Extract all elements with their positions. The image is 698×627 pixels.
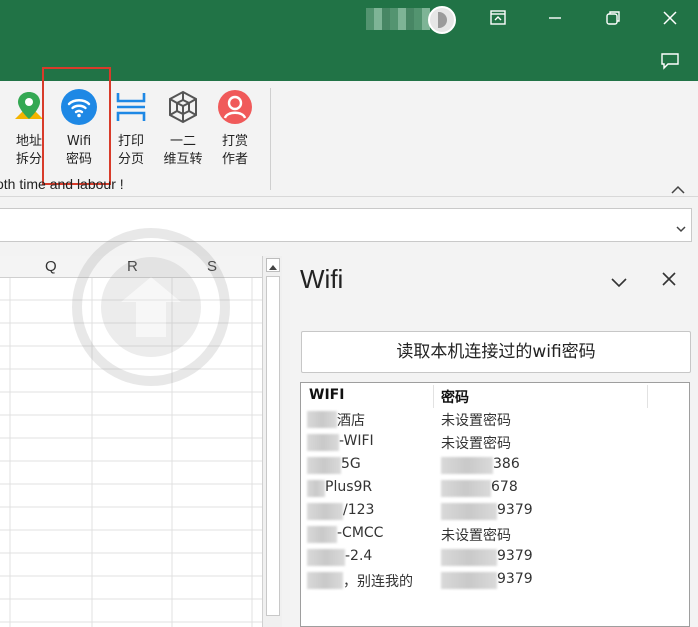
account-avatar[interactable]	[428, 6, 456, 34]
wifi-password: 未设置密码	[441, 413, 511, 429]
wifi-password: 未设置密码	[441, 436, 511, 452]
wifi-task-pane: Wifi 读取本机连接过的wifi密码 WIFI 密码 酒店 未设置密码 -WI…	[286, 246, 698, 627]
wifi-ssid: -WIFI	[339, 433, 374, 449]
dimension-convert-button[interactable]: 一二 维互转	[158, 87, 208, 169]
header-password[interactable]: 密码	[441, 387, 469, 407]
read-wifi-passwords-button[interactable]: 读取本机连接过的wifi密码	[301, 331, 691, 373]
vertical-scrollbar[interactable]	[262, 256, 282, 627]
wifi-ssid: /123	[343, 502, 375, 518]
comments-icon[interactable]	[660, 52, 680, 70]
redacted-ssid-prefix	[307, 503, 343, 520]
list-item[interactable]: /123 9379	[301, 500, 689, 523]
column-header-q[interactable]: Q	[45, 258, 57, 275]
list-item[interactable]: Plus9R 678	[301, 477, 689, 500]
redacted-ssid-prefix	[307, 572, 343, 589]
wifi-password: 386	[493, 456, 520, 472]
pane-title: Wifi	[300, 264, 344, 294]
print-page-break-button[interactable]: 打印 分页	[106, 87, 156, 169]
list-item[interactable]: -WIFI 未设置密码	[301, 431, 689, 454]
wifi-button-highlight	[42, 67, 111, 185]
redacted-ssid-prefix	[307, 526, 337, 543]
redacted-ssid-prefix	[307, 549, 345, 566]
wifi-password: 未设置密码	[441, 528, 511, 544]
list-item[interactable]: 酒店 未设置密码	[301, 408, 689, 431]
redacted-ssid-prefix	[307, 457, 341, 474]
ribbon-group-divider	[270, 88, 271, 190]
list-item[interactable]: -2.4 9379	[301, 546, 689, 569]
wifi-password: 678	[491, 479, 518, 495]
redacted-ssid-prefix	[307, 434, 339, 451]
restore-icon[interactable]	[601, 8, 625, 30]
wifi-ssid: ，别连我的	[343, 574, 413, 590]
wifi-ssid: 酒店	[337, 413, 365, 429]
worksheet-grid[interactable]: Q R S	[0, 256, 262, 627]
wifi-ssid: -CMCC	[337, 525, 384, 541]
redacted-password-prefix	[441, 549, 497, 566]
redacted-password-prefix	[441, 503, 497, 520]
chevron-down-icon[interactable]	[675, 219, 687, 233]
scrollbar-thumb[interactable]	[266, 276, 280, 616]
dimension-convert-label: 一二 维互转	[163, 134, 203, 167]
wifi-password: 9379	[497, 571, 533, 587]
tip-author-label: 打赏 作者	[221, 134, 248, 167]
list-item[interactable]: -CMCC 未设置密码	[301, 523, 689, 546]
tip-author-button[interactable]: 打赏 作者	[210, 87, 260, 169]
column-headers: Q R S	[0, 256, 262, 278]
minimize-icon[interactable]	[543, 8, 567, 30]
formula-bar[interactable]	[0, 208, 692, 242]
close-window-icon[interactable]	[658, 8, 682, 30]
ribbon-group-tagline: oth time and labour !	[0, 176, 124, 192]
redacted-password-prefix	[441, 480, 491, 497]
pane-options-chevron-icon[interactable]	[610, 274, 628, 288]
account-name-blurred	[366, 8, 430, 30]
redacted-password-prefix	[441, 572, 497, 589]
redacted-ssid-prefix	[307, 480, 325, 497]
cube-icon	[165, 89, 201, 125]
list-item[interactable]: 5G 386	[301, 454, 689, 477]
wifi-list[interactable]: WIFI 密码 酒店 未设置密码 -WIFI 未设置密码 5G 386 Plus…	[300, 382, 690, 627]
wifi-password: 9379	[497, 502, 533, 518]
pane-close-icon[interactable]	[660, 270, 678, 288]
wifi-list-header: WIFI 密码	[301, 385, 689, 408]
user-icon	[217, 89, 253, 125]
column-header-s[interactable]: S	[207, 258, 217, 275]
wifi-ssid: Plus9R	[325, 479, 373, 495]
redacted-password-prefix	[441, 457, 493, 474]
page-break-icon	[113, 89, 149, 125]
wifi-ssid: -2.4	[345, 548, 373, 564]
ribbon-display-options-icon[interactable]	[486, 8, 510, 30]
list-item[interactable]: ，别连我的 9379	[301, 569, 689, 592]
redacted-ssid-prefix	[307, 411, 337, 428]
wifi-password: 9379	[497, 548, 533, 564]
header-wifi[interactable]: WIFI	[309, 387, 344, 403]
print-page-break-label: 打印 分页	[117, 134, 144, 167]
column-header-r[interactable]: R	[127, 258, 138, 275]
collapse-ribbon-icon[interactable]	[670, 180, 686, 194]
wifi-ssid: 5G	[341, 456, 361, 472]
scroll-up-icon[interactable]	[266, 258, 280, 272]
